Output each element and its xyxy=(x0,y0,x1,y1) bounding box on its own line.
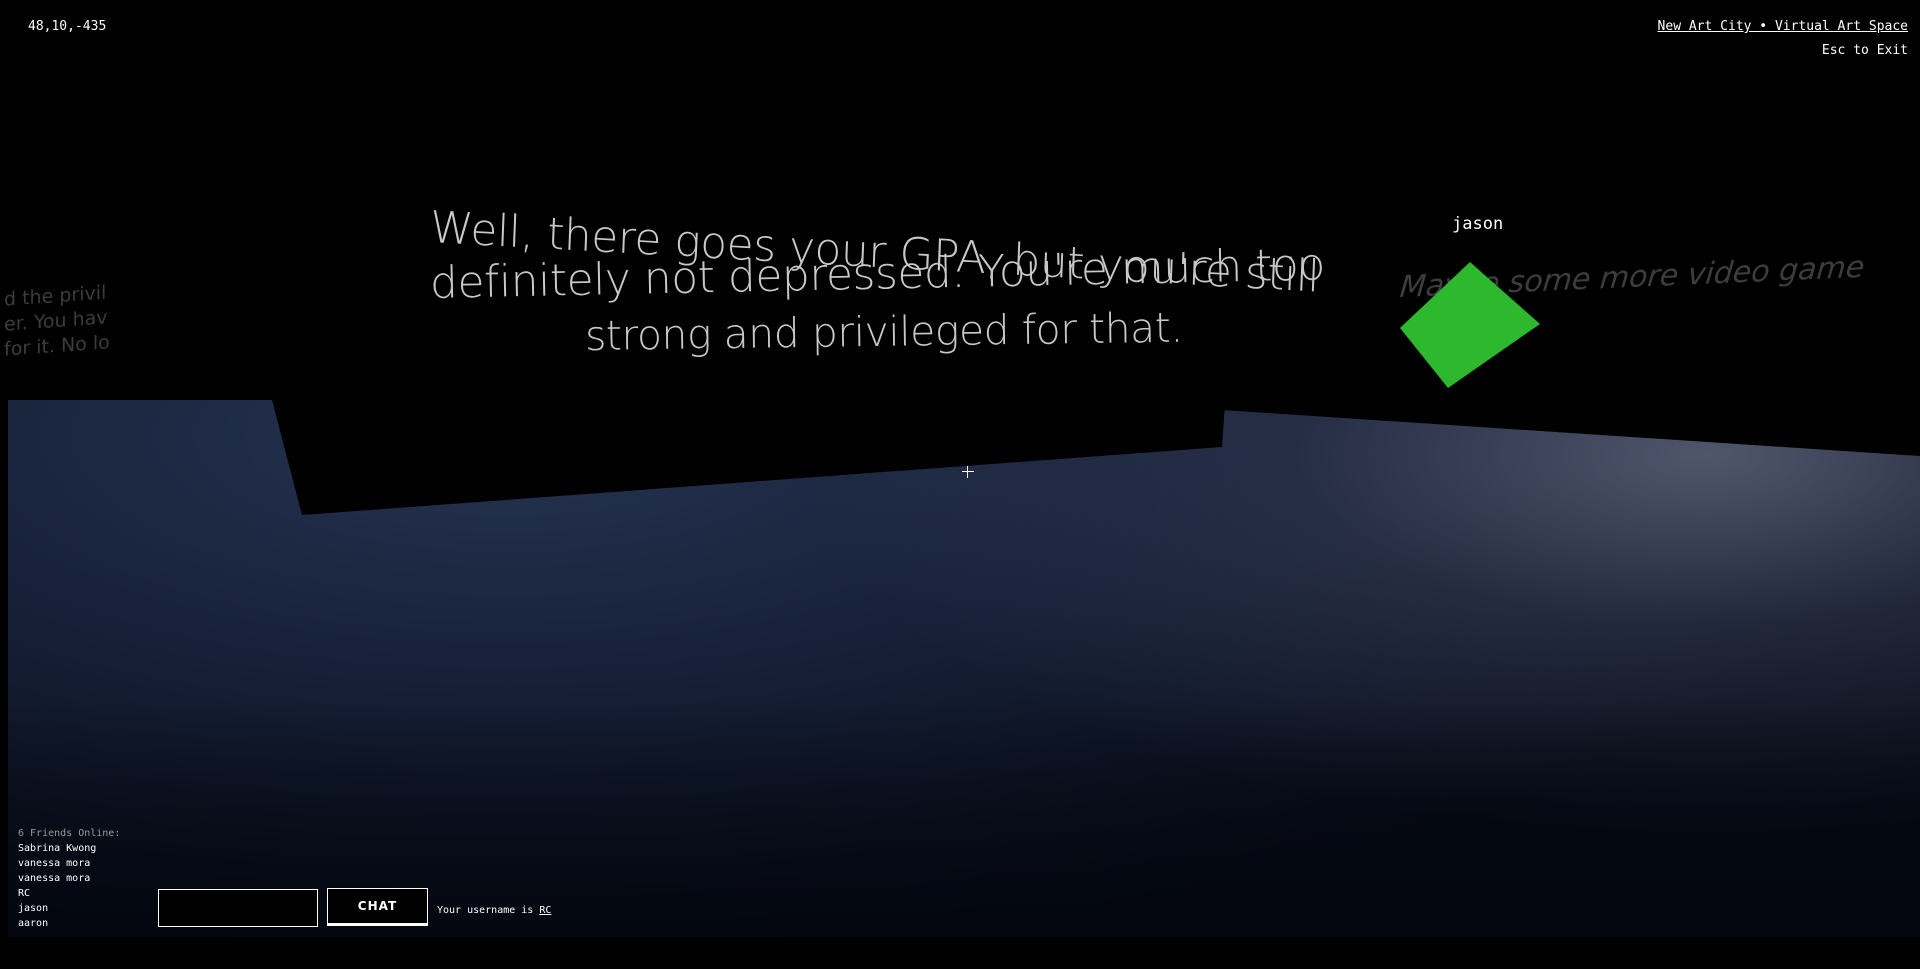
avatar-diamond-jason[interactable] xyxy=(1400,262,1540,390)
side-wall-text: d the privil er. You hav for it. No lo xyxy=(4,281,110,361)
friend-item: RC xyxy=(18,888,31,899)
chat-button[interactable]: CHAT xyxy=(327,888,428,926)
friends-online-panel: 6 Friends Online: Sabrina Kwong vanessa … xyxy=(18,826,120,931)
username-note: Your username is RC xyxy=(437,905,551,916)
center-wall-panel xyxy=(0,0,1920,515)
chat-input[interactable] xyxy=(158,889,318,927)
position-coordinates: 48,10,-435 xyxy=(28,19,107,34)
wall-quote-line-3: strong and privileged for that. xyxy=(584,303,1184,360)
friends-online-title: 6 Friends Online: xyxy=(18,828,121,839)
site-title-link[interactable]: New Art City • Virtual Art Space xyxy=(1658,19,1908,34)
crosshair-icon xyxy=(962,466,974,478)
avatar-name-label: jason xyxy=(1452,214,1504,234)
username-link[interactable]: RC xyxy=(539,905,551,916)
exit-hint: Esc to Exit xyxy=(1821,43,1908,58)
friend-item: vanessa mora xyxy=(18,858,91,869)
friend-item: Sabrina Kwong xyxy=(18,843,97,854)
friend-item: jason xyxy=(18,903,49,914)
username-prefix: Your username is xyxy=(437,905,540,916)
friend-item: aaron xyxy=(18,918,49,929)
3d-viewport[interactable]: d the privil er. You hav for it. No lo W… xyxy=(0,0,1920,969)
friend-item: vanessa mora xyxy=(18,873,91,884)
